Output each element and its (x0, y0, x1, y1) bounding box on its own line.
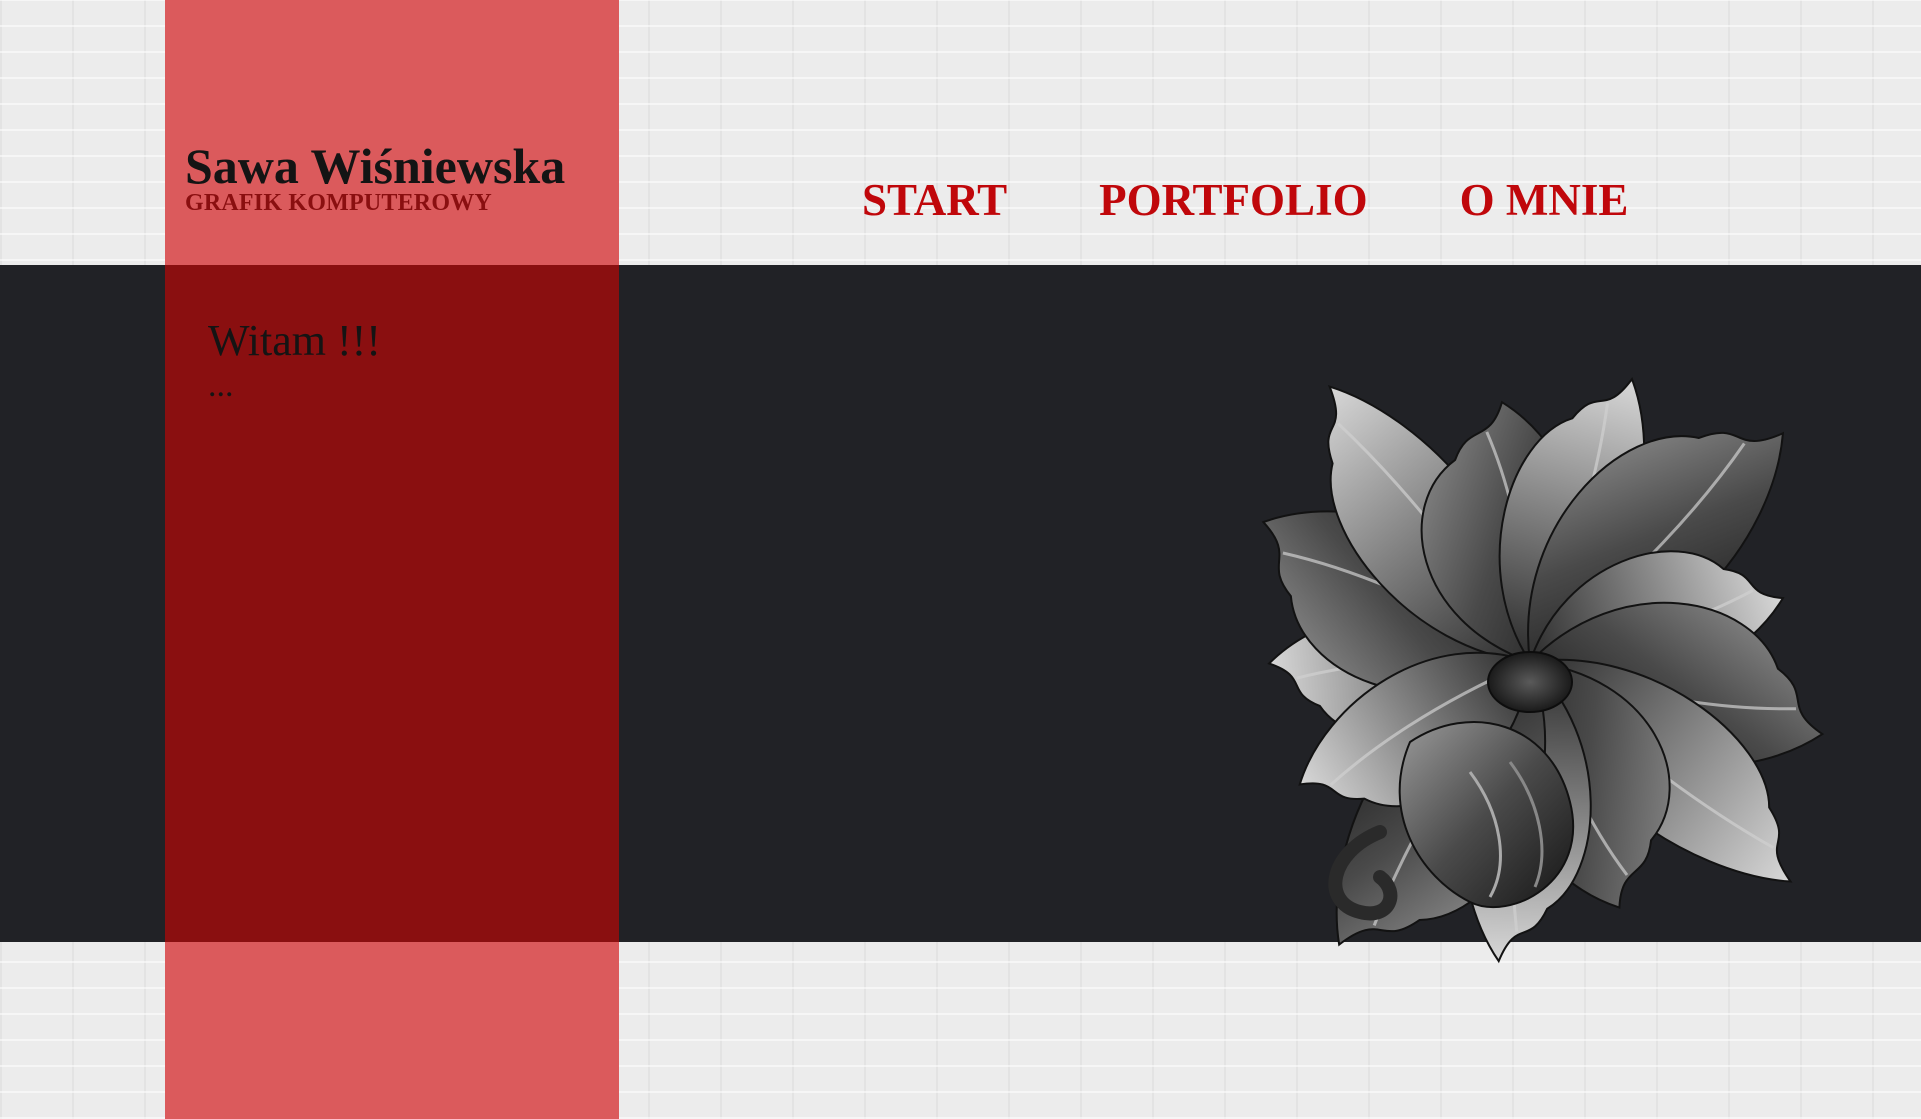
nav-link-o-mnie[interactable]: O MNIE (1460, 174, 1629, 226)
nav-link-start[interactable]: START (862, 174, 1007, 226)
site-title[interactable]: Sawa Wiśniewska (185, 138, 615, 194)
welcome-heading: Witam !!! (208, 316, 381, 365)
site-branding: Sawa Wiśniewska GRAFIK KOMPUTEROWY (185, 138, 615, 216)
welcome-text: ... (208, 367, 234, 404)
flower-illustration (1261, 376, 1825, 964)
main-navigation: START PORTFOLIO O MNIE (862, 174, 1628, 226)
nav-link-portfolio[interactable]: PORTFOLIO (1099, 174, 1367, 226)
welcome-section: Witam !!! ... (208, 313, 381, 403)
